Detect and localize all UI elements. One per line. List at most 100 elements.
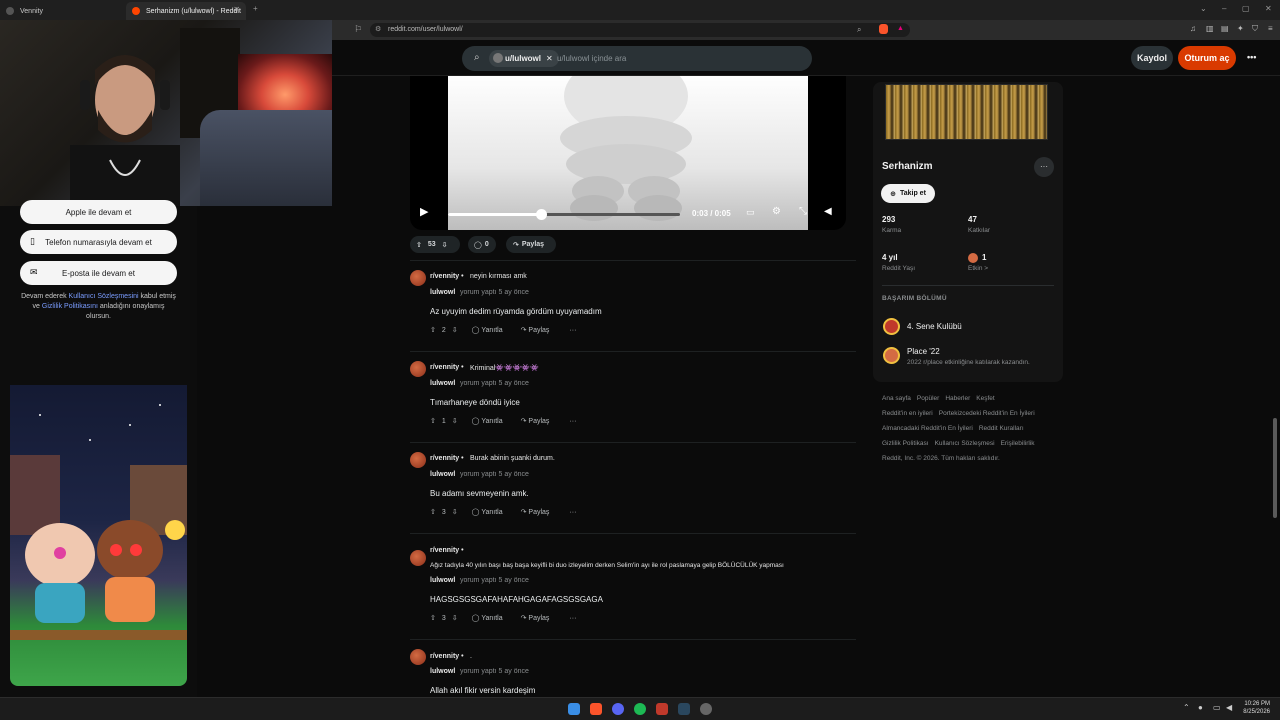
signup-button[interactable]: Kaydol	[1131, 46, 1173, 70]
search-scope-chip[interactable]: u/lulwowl ✕	[489, 50, 559, 67]
footer-link-best-of[interactable]: Reddit'in en iyileri	[882, 410, 933, 417]
footer-link-privacy[interactable]: Gizlilik Politikası	[882, 440, 929, 447]
phone-login-button[interactable]: ▯ Telefon numarasıyla devam et	[20, 230, 177, 254]
privacy-policy-link[interactable]: Gizlilik Politikasını	[42, 303, 98, 310]
upvote-icon[interactable]: ⇧	[430, 508, 436, 516]
share-button[interactable]: ↷ Paylaş	[521, 508, 556, 516]
comment-5-user[interactable]: lulwowl	[430, 668, 455, 675]
extensions-icon[interactable]: ✦	[1237, 24, 1244, 33]
comment-5-subreddit[interactable]: r/vennity •	[430, 653, 464, 660]
login-button[interactable]: Oturum aç	[1178, 46, 1236, 70]
reply-button[interactable]: ◯ Yanıtla	[472, 326, 509, 334]
captions-icon[interactable]: ▭	[746, 207, 755, 218]
upvote-icon[interactable]: ⇧	[430, 417, 436, 425]
profile-more-icon[interactable]: ···	[1034, 157, 1054, 177]
subreddit-avatar[interactable]	[410, 361, 426, 377]
footer-link-home[interactable]: Ana sayfa	[882, 395, 911, 402]
downvote-icon[interactable]: ⇩	[452, 508, 458, 516]
network-icon[interactable]: ▭	[1213, 703, 1221, 712]
subreddit-name[interactable]: r/vennity	[430, 547, 459, 554]
brave-rewards-icon[interactable]: ▲	[897, 25, 904, 32]
comment-4-post-title[interactable]: Ağız tadıyla 40 yılın başı baş başa keyi…	[430, 562, 784, 569]
tab-reddit-profile[interactable]: Serhanizm (u/lulwowl) - Reddit ✕	[126, 2, 246, 20]
tray-chevron-icon[interactable]: ⌃	[1183, 703, 1190, 712]
more-icon[interactable]: ···	[569, 509, 576, 516]
clock-date[interactable]: 8/25/2026	[1240, 709, 1270, 715]
minimize-icon[interactable]: –	[1222, 4, 1226, 13]
downvote-icon[interactable]: ⇩	[452, 326, 458, 334]
tab-vennity[interactable]: Vennity	[0, 2, 125, 20]
user-agreement-link[interactable]: Kullanıcı Sözleşmesini	[69, 293, 139, 300]
volume-icon[interactable]: ◀	[824, 206, 832, 217]
comment-3-user[interactable]: lulwowl	[430, 471, 455, 478]
vpn-icon[interactable]: ⛉	[1252, 24, 1258, 34]
video-scrubber-handle[interactable]	[535, 209, 547, 220]
subreddit-name[interactable]: r/vennity	[430, 273, 459, 280]
obs-icon[interactable]	[700, 703, 712, 715]
subreddit-name[interactable]: r/vennity	[430, 455, 459, 462]
footer-link-user-agreement[interactable]: Kullanıcı Sözleşmesi	[935, 440, 995, 447]
more-icon[interactable]: ···	[569, 615, 576, 622]
comment-3-post-title[interactable]: Burak abinin şuanki durum.	[470, 455, 555, 462]
close-icon[interactable]: ✕	[546, 54, 553, 63]
microphone-icon[interactable]: ●	[1198, 703, 1203, 712]
upvote-icon[interactable]: ⇧	[430, 614, 436, 622]
share-button[interactable]: ↷ Paylaş	[521, 614, 556, 622]
fullscreen-icon[interactable]: ⤡	[799, 206, 807, 217]
subreddit-name[interactable]: r/vennity	[430, 653, 459, 660]
reply-button[interactable]: ◯ Yanıtla	[472, 614, 509, 622]
footer-link-best-of-portuguese[interactable]: Portekizcedeki Reddit'in En İyileri	[939, 410, 1035, 417]
steam-icon[interactable]	[678, 703, 690, 715]
wallet-icon[interactable]: ▤	[1221, 24, 1229, 33]
comment-1-user[interactable]: lulwowl	[430, 289, 455, 296]
share-button[interactable]: ↷ Paylaş	[521, 326, 556, 334]
upvote-icon[interactable]: ⇧	[416, 241, 422, 249]
new-tab-icon[interactable]: +	[253, 4, 258, 13]
comment-1-subreddit[interactable]: r/vennity •	[430, 273, 464, 280]
close-tab-icon[interactable]: ✕	[233, 5, 240, 14]
apple-login-button[interactable]: Apple ile devam et	[20, 200, 177, 224]
more-icon[interactable]: ···	[569, 418, 576, 425]
email-login-button[interactable]: ✉ E-posta ile devam et	[20, 261, 177, 285]
comment-2-post-title[interactable]: Kriminal👾👾👾👾👾	[470, 364, 539, 372]
subreddit-avatar[interactable]	[410, 649, 426, 665]
share-button[interactable]: ↷ Paylaş	[506, 236, 556, 253]
maximize-icon[interactable]: ▢	[1242, 4, 1250, 13]
comment-5-post-title[interactable]: .	[470, 653, 472, 660]
share-button[interactable]: ↷ Paylaş	[521, 417, 556, 425]
reply-button[interactable]: ◯ Yanıtla	[472, 417, 509, 425]
bookmark-icon[interactable]: ⚐	[354, 24, 362, 35]
video-player[interactable]: ▶ 0:03 / 0:05 ▭ ⚙ ⤡ ◀	[410, 76, 846, 230]
footer-link-news[interactable]: Haberler	[945, 395, 970, 402]
comment-2-subreddit[interactable]: r/vennity •	[430, 364, 464, 371]
footer-link-popular[interactable]: Popüler	[917, 395, 939, 402]
downvote-icon[interactable]: ⇩	[452, 417, 458, 425]
browser-menu-icon[interactable]: ≡	[1268, 24, 1273, 33]
upvote-icon[interactable]: ⇧	[430, 326, 436, 334]
downvote-icon[interactable]: ⇩	[452, 614, 458, 622]
reply-button[interactable]: ◯ Yanıtla	[472, 508, 509, 516]
footer-link-explore[interactable]: Keşfet	[976, 395, 994, 402]
comment-3-subreddit[interactable]: r/vennity •	[430, 455, 464, 462]
brave-browser-icon[interactable]	[590, 703, 602, 715]
more-menu-icon[interactable]: •••	[1247, 52, 1256, 62]
gear-icon[interactable]: ⚙	[772, 206, 781, 217]
more-icon[interactable]: ···	[569, 327, 576, 334]
clock-time[interactable]: 10:26 PM	[1240, 701, 1270, 707]
play-icon[interactable]: ▶	[420, 205, 428, 218]
chevron-down-icon[interactable]: ⌄	[1200, 4, 1207, 13]
achievement-1[interactable]: 4. Sene Kulübü	[907, 322, 962, 331]
url-field[interactable]: ⚙ reddit.com/user/lulwowl/	[370, 23, 910, 37]
close-window-icon[interactable]: ✕	[1265, 4, 1272, 13]
downvote-icon[interactable]: ⇩	[442, 241, 448, 249]
comment-2-user[interactable]: lulwowl	[430, 380, 455, 387]
subreddit-avatar[interactable]	[410, 270, 426, 286]
sidebar-icon[interactable]: ▥	[1206, 24, 1214, 33]
video-progress-track[interactable]	[448, 209, 680, 220]
footer-link-best-of-german[interactable]: Almancadaki Reddit'in En İyileri	[882, 425, 973, 432]
brave-shield-icon[interactable]	[879, 24, 888, 34]
subreddit-avatar[interactable]	[410, 550, 426, 566]
footer-link-rules[interactable]: Reddit Kuralları	[979, 425, 1024, 432]
follow-button[interactable]: ⊕ Takip et	[881, 184, 935, 203]
site-info-icon[interactable]: ⚙	[375, 23, 381, 37]
